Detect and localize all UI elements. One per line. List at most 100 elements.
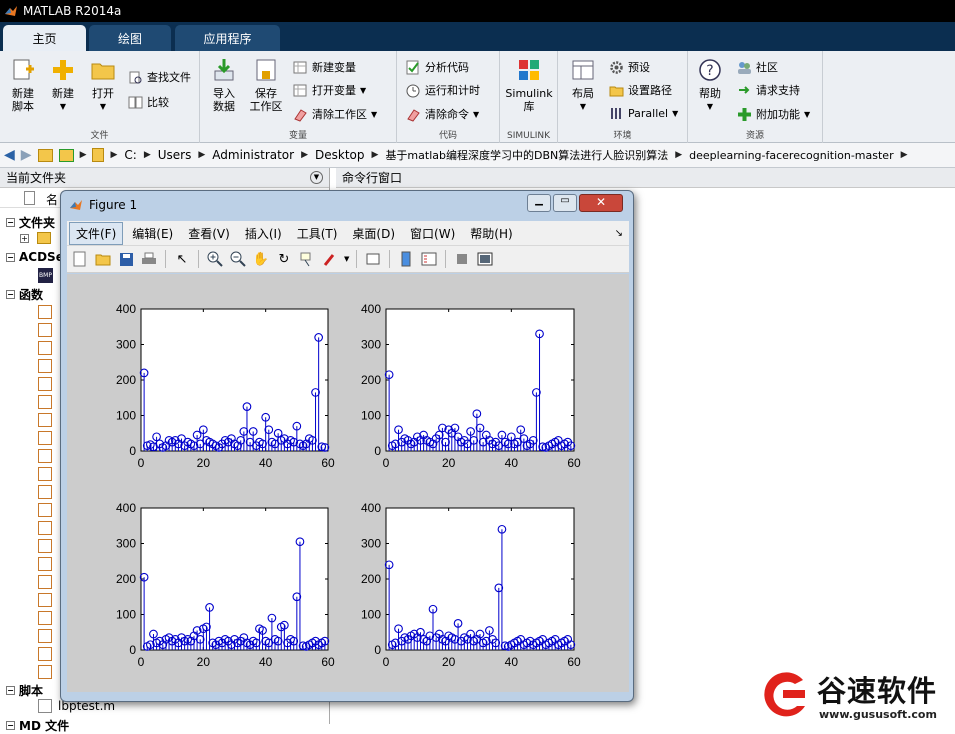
tab-plots[interactable]: 绘图 bbox=[89, 25, 171, 51]
add-ons-button[interactable]: 附加功能 ▼ bbox=[737, 106, 810, 122]
zoom-in-icon[interactable] bbox=[206, 250, 224, 268]
m-function-file-icon[interactable] bbox=[38, 467, 52, 481]
figure-titlebar[interactable]: Figure 1 ▁ ▭ ✕ bbox=[61, 191, 633, 218]
section-md-files[interactable]: − MD 文件 bbox=[6, 717, 69, 734]
clear-commands-button[interactable]: 清除命令 ▼ bbox=[406, 106, 479, 122]
pointer-icon[interactable]: ↖ bbox=[173, 250, 191, 268]
m-function-file-icon[interactable] bbox=[38, 647, 52, 661]
help-button[interactable]: ? 帮助 ▼ bbox=[695, 57, 725, 113]
panel-menu-icon[interactable]: ▼ bbox=[310, 171, 323, 184]
brush-icon[interactable] bbox=[321, 250, 339, 268]
breadcrumb-desktop[interactable]: Desktop bbox=[311, 148, 369, 162]
compare-button[interactable]: 比较 bbox=[128, 94, 169, 110]
breadcrumb-users[interactable]: Users bbox=[154, 148, 196, 162]
m-function-file-icon[interactable] bbox=[38, 359, 52, 373]
section-folders[interactable]: − 文件夹 bbox=[6, 214, 55, 231]
colorbar-icon[interactable] bbox=[397, 250, 415, 268]
section-functions[interactable]: − 函数 bbox=[6, 286, 43, 303]
m-function-file-icon[interactable] bbox=[38, 485, 52, 499]
menu-help[interactable]: 帮助(H) bbox=[464, 223, 518, 244]
m-function-file-icon[interactable] bbox=[38, 629, 52, 643]
simulink-library-button[interactable]: Simulink 库 bbox=[504, 57, 554, 113]
new-dropdown-icon[interactable]: ▼ bbox=[60, 100, 66, 113]
breadcrumb-project[interactable]: 基于matlab编程深度学习中的DBN算法进行人脸识别算法 bbox=[381, 147, 672, 163]
dock-arrow-icon[interactable]: ↘ bbox=[615, 228, 623, 239]
new-variable-button[interactable]: 新建变量 bbox=[293, 59, 356, 75]
layout-dropdown-icon[interactable]: ▼ bbox=[580, 100, 586, 113]
m-function-file-icon[interactable] bbox=[38, 611, 52, 625]
m-function-file-icon[interactable] bbox=[38, 377, 52, 391]
m-function-file-icon[interactable] bbox=[38, 413, 52, 427]
run-and-time-button[interactable]: 运行和计时 bbox=[406, 82, 480, 98]
open-button[interactable]: 打开 ▼ bbox=[86, 57, 120, 113]
print-icon[interactable] bbox=[140, 250, 158, 268]
pan-hand-icon[interactable]: ✋ bbox=[252, 250, 270, 268]
save-icon[interactable] bbox=[117, 250, 135, 268]
clear-workspace-dropdown-icon[interactable]: ▼ bbox=[371, 110, 377, 119]
preferences-button[interactable]: 预设 bbox=[609, 59, 650, 75]
set-path-button[interactable]: 设置路径 bbox=[609, 82, 672, 98]
find-files-button[interactable]: 查找文件 bbox=[128, 69, 191, 85]
collapse-icon[interactable]: − bbox=[6, 686, 15, 695]
new-script-button[interactable]: 新建 脚本 bbox=[6, 57, 40, 113]
tab-home[interactable]: 主页 bbox=[3, 25, 86, 51]
collapse-icon[interactable]: − bbox=[6, 218, 15, 227]
community-button[interactable]: 社区 bbox=[737, 59, 778, 75]
menu-insert[interactable]: 插入(I) bbox=[239, 223, 288, 244]
minimize-button[interactable]: ▁ bbox=[527, 194, 551, 212]
collapse-icon[interactable]: − bbox=[6, 290, 15, 299]
menu-desktop[interactable]: 桌面(D) bbox=[346, 223, 401, 244]
open-dropdown-icon[interactable]: ▼ bbox=[100, 100, 106, 113]
add-ons-dropdown-icon[interactable]: ▼ bbox=[804, 110, 810, 119]
clear-commands-dropdown-icon[interactable]: ▼ bbox=[473, 110, 479, 119]
zoom-out-icon[interactable] bbox=[229, 250, 247, 268]
breadcrumb-administrator[interactable]: Administrator bbox=[208, 148, 298, 162]
m-function-file-icon[interactable] bbox=[38, 503, 52, 517]
section-scripts[interactable]: − 脚本 bbox=[6, 682, 43, 699]
menu-edit[interactable]: 编辑(E) bbox=[126, 223, 179, 244]
collapse-icon[interactable]: − bbox=[6, 252, 15, 262]
m-function-file-icon[interactable] bbox=[38, 395, 52, 409]
close-button[interactable]: ✕ bbox=[579, 194, 623, 212]
open-variable-button[interactable]: 打开变量 ▼ bbox=[293, 82, 366, 98]
show-plot-tools-icon[interactable] bbox=[476, 250, 494, 268]
m-function-file-icon[interactable] bbox=[38, 575, 52, 589]
m-function-file-icon[interactable] bbox=[38, 449, 52, 463]
brush-dropdown-icon[interactable]: ▼ bbox=[344, 255, 349, 263]
data-cursor-icon[interactable] bbox=[298, 250, 316, 268]
link-plot-icon[interactable] bbox=[364, 250, 382, 268]
clear-workspace-button[interactable]: 清除工作区 ▼ bbox=[293, 106, 377, 122]
analyze-code-button[interactable]: 分析代码 bbox=[406, 59, 469, 75]
parallel-dropdown-icon[interactable]: ▼ bbox=[672, 109, 678, 118]
expand-icon[interactable]: + bbox=[20, 233, 29, 243]
section-acdsee[interactable]: − ACDSe bbox=[6, 250, 64, 264]
m-function-file-icon[interactable] bbox=[38, 341, 52, 355]
open-file-icon[interactable] bbox=[94, 250, 112, 268]
layout-button[interactable]: 布局 ▼ bbox=[566, 57, 600, 113]
rotate-3d-icon[interactable]: ↻ bbox=[275, 250, 293, 268]
back-arrow-icon[interactable]: ◀ bbox=[0, 147, 18, 163]
new-figure-icon[interactable] bbox=[71, 250, 89, 268]
legend-icon[interactable] bbox=[420, 250, 438, 268]
breadcrumb-c[interactable]: C: bbox=[120, 148, 140, 162]
forward-arrow-icon[interactable]: ▶ bbox=[18, 147, 35, 163]
menu-file[interactable]: 文件(F) bbox=[69, 221, 124, 245]
request-support-button[interactable]: 请求支持 bbox=[737, 82, 800, 98]
help-dropdown-icon[interactable]: ▼ bbox=[707, 100, 713, 113]
tab-apps[interactable]: 应用程序 bbox=[175, 25, 280, 51]
hide-plot-tools-icon[interactable] bbox=[453, 250, 471, 268]
breadcrumb-repo[interactable]: deeplearning-facerecognition-master bbox=[685, 149, 897, 162]
m-function-file-icon[interactable] bbox=[38, 431, 52, 445]
import-data-button[interactable]: 导入 数据 bbox=[208, 57, 240, 113]
browse-folder-icon[interactable] bbox=[58, 148, 74, 162]
maximize-button[interactable]: ▭ bbox=[553, 194, 577, 212]
collapse-icon[interactable]: − bbox=[6, 721, 15, 730]
m-function-file-icon[interactable] bbox=[38, 521, 52, 535]
new-button[interactable]: 新建 ▼ bbox=[46, 57, 80, 113]
m-function-file-icon[interactable] bbox=[38, 665, 52, 679]
menu-tools[interactable]: 工具(T) bbox=[291, 223, 344, 244]
bmp-file-icon[interactable]: BMP bbox=[38, 268, 53, 283]
open-variable-dropdown-icon[interactable]: ▼ bbox=[360, 86, 366, 95]
m-function-file-icon[interactable] bbox=[38, 593, 52, 607]
up-folder-icon[interactable] bbox=[37, 148, 53, 162]
